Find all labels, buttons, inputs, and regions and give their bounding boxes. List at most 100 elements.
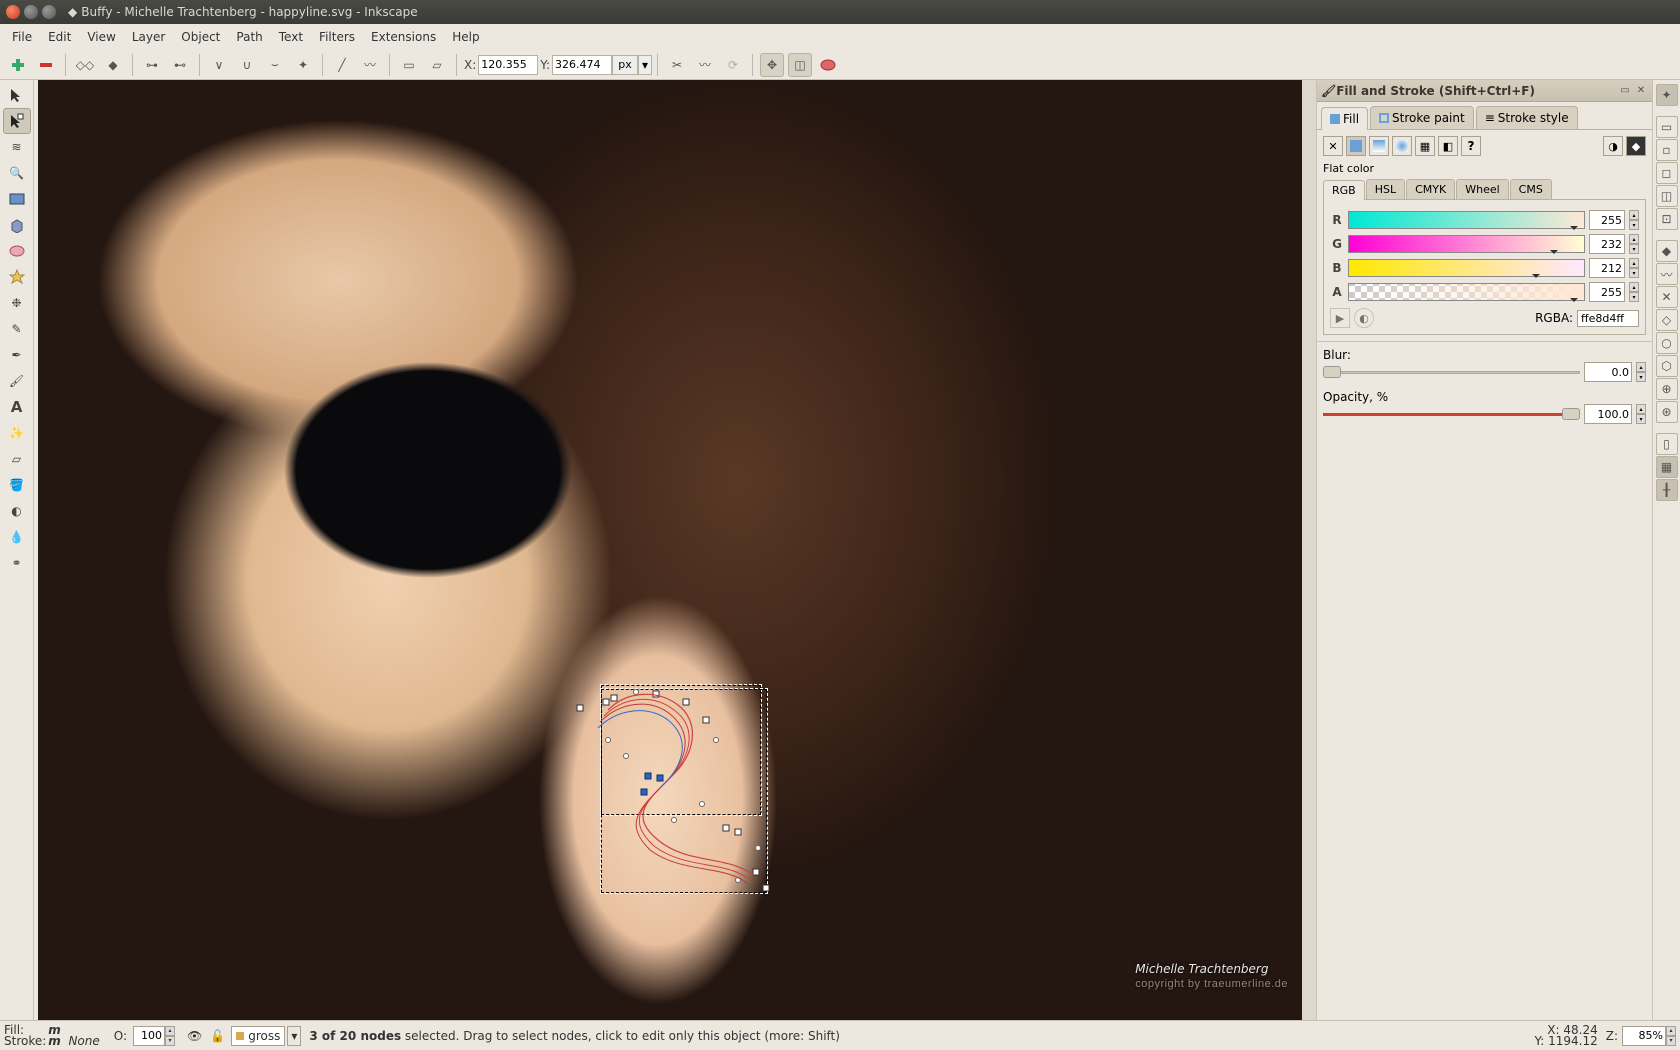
stroke-indicator[interactable]: None — [68, 1034, 99, 1048]
pattern-button[interactable]: ▦ — [1415, 136, 1435, 156]
eraser-tool[interactable]: ▱ — [3, 446, 31, 472]
blur-input[interactable] — [1584, 362, 1632, 382]
ellipse-tool[interactable] — [3, 238, 31, 264]
line-segment-button[interactable]: ╱ — [330, 53, 354, 77]
y-coordinate-input[interactable] — [552, 55, 612, 75]
snap-guide-button[interactable]: ╂ — [1656, 479, 1678, 501]
pencil-tool[interactable]: ✎ — [3, 316, 31, 342]
zoom-input[interactable] — [1622, 1026, 1666, 1046]
break-node-button[interactable]: ◇◇ — [73, 53, 97, 77]
menu-edit[interactable]: Edit — [40, 27, 79, 47]
color-tab-rgb[interactable]: RGB — [1323, 180, 1365, 200]
dropper-tool[interactable]: 💧 — [3, 524, 31, 550]
spiral-tool[interactable]: ❉ — [3, 290, 31, 316]
a-input[interactable] — [1589, 282, 1625, 302]
snap-rotation-button[interactable]: ⊛ — [1656, 401, 1678, 423]
current-layer[interactable]: gross — [248, 1029, 280, 1043]
fill-rule-evenodd-button[interactable]: ◑ — [1603, 136, 1623, 156]
snap-page-button[interactable]: ▯ — [1656, 433, 1678, 455]
g-input[interactable] — [1589, 234, 1625, 254]
swatch-button[interactable]: ◧ — [1438, 136, 1458, 156]
snap-bbox-corner-button[interactable]: ◻ — [1656, 162, 1678, 184]
tab-stroke-paint[interactable]: Stroke paint — [1370, 106, 1474, 129]
dock-minimize-button[interactable]: ▭ — [1618, 84, 1632, 98]
unit-label[interactable]: px — [612, 55, 638, 75]
snap-path-button[interactable]: 〰 — [1656, 263, 1678, 285]
menu-text[interactable]: Text — [271, 27, 311, 47]
snap-bbox-center-button[interactable]: ⊡ — [1656, 208, 1678, 230]
unknown-paint-button[interactable]: ? — [1461, 136, 1481, 156]
b-slider[interactable] — [1348, 259, 1585, 277]
color-tab-wheel[interactable]: Wheel — [1456, 179, 1508, 199]
snap-bbox-midpoint-button[interactable]: ◫ — [1656, 185, 1678, 207]
snap-center-button[interactable]: ⊕ — [1656, 378, 1678, 400]
r-input[interactable] — [1589, 210, 1625, 230]
b-input[interactable] — [1589, 258, 1625, 278]
gradient-tool[interactable]: ◐ — [3, 498, 31, 524]
snap-midpoint-button[interactable]: ⬡ — [1656, 355, 1678, 377]
zoom-tool[interactable]: 🔍 — [3, 160, 31, 186]
curve-segment-button[interactable]: 〰 — [358, 53, 382, 77]
linear-gradient-button[interactable] — [1369, 136, 1389, 156]
snap-intersection-button[interactable]: ✕ — [1656, 286, 1678, 308]
menu-help[interactable]: Help — [444, 27, 487, 47]
snap-bbox-button[interactable]: ▭ — [1656, 116, 1678, 138]
snap-grid-button[interactable]: ▦ — [1656, 456, 1678, 478]
flat-color-button[interactable] — [1346, 136, 1366, 156]
color-tab-hsl[interactable]: HSL — [1366, 179, 1405, 199]
next-path-effect-button[interactable]: ⟳ — [721, 53, 745, 77]
opacity-slider[interactable] — [1323, 408, 1580, 420]
menu-layer[interactable]: Layer — [124, 27, 173, 47]
tweak-tool[interactable]: ≋ — [3, 134, 31, 160]
snap-smooth-button[interactable]: ○ — [1656, 332, 1678, 354]
r-slider[interactable] — [1348, 211, 1585, 229]
paint-bucket-tool[interactable]: 🪣 — [3, 472, 31, 498]
star-tool[interactable] — [3, 264, 31, 290]
pick-screen-button[interactable]: ▶ — [1330, 308, 1350, 328]
text-tool[interactable]: A — [3, 394, 31, 420]
menu-view[interactable]: View — [79, 27, 123, 47]
show-path-toggle[interactable] — [816, 53, 840, 77]
no-paint-button[interactable]: ✕ — [1323, 136, 1343, 156]
bezier-tool[interactable]: ✒ — [3, 342, 31, 368]
tab-stroke-style[interactable]: ≡Stroke style — [1476, 106, 1578, 129]
show-mask-button[interactable]: 〰 — [693, 53, 717, 77]
flatten-bezier-button[interactable]: ▱ — [425, 53, 449, 77]
auto-node-button[interactable]: ✦ — [291, 53, 315, 77]
dock-close-button[interactable]: ✕ — [1634, 84, 1648, 98]
color-tab-cmyk[interactable]: CMYK — [1406, 179, 1455, 199]
window-maximize-button[interactable] — [42, 5, 56, 19]
join-segment-button[interactable]: ⊶ — [140, 53, 164, 77]
menu-path[interactable]: Path — [228, 27, 270, 47]
snap-node-button[interactable]: ◆ — [1656, 240, 1678, 262]
layer-visibility-toggle[interactable]: 👁 — [187, 1029, 202, 1043]
radial-gradient-button[interactable] — [1392, 136, 1412, 156]
cusp-node-button[interactable]: ∨ — [207, 53, 231, 77]
node-tool[interactable] — [3, 108, 31, 134]
rgba-input[interactable] — [1577, 310, 1639, 327]
spray-tool[interactable]: ✨ — [3, 420, 31, 446]
g-slider[interactable] — [1348, 235, 1585, 253]
opacity-input[interactable] — [1584, 404, 1632, 424]
blur-slider[interactable] — [1323, 366, 1580, 378]
join-node-button[interactable]: ◆ — [101, 53, 125, 77]
master-opacity-input[interactable] — [133, 1026, 165, 1046]
show-clip-button[interactable]: ✂ — [665, 53, 689, 77]
menu-filters[interactable]: Filters — [311, 27, 363, 47]
window-close-button[interactable] — [6, 5, 20, 19]
connector-tool[interactable]: ⚭ — [3, 550, 31, 576]
color-wheel-button[interactable]: ◐ — [1354, 308, 1374, 328]
canvas-scrollbar-vertical[interactable] — [1302, 80, 1316, 1020]
delete-node-button[interactable] — [34, 53, 58, 77]
calligraphy-tool[interactable]: 🖌 — [3, 368, 31, 394]
fill-rule-nonzero-button[interactable]: ◆ — [1626, 136, 1646, 156]
menu-file[interactable]: File — [4, 27, 40, 47]
layer-dropdown[interactable]: ▾ — [287, 1026, 301, 1046]
snap-enable-toggle[interactable]: ✦ — [1656, 84, 1678, 106]
snap-bbox-edge-button[interactable]: ▫ — [1656, 139, 1678, 161]
3d-box-tool[interactable] — [3, 212, 31, 238]
layer-lock-toggle[interactable]: 🔓 — [210, 1029, 225, 1043]
symmetric-node-button[interactable]: ⌣ — [263, 53, 287, 77]
delete-segment-button[interactable]: ⊷ — [168, 53, 192, 77]
show-outline-toggle[interactable]: ◫ — [788, 53, 812, 77]
